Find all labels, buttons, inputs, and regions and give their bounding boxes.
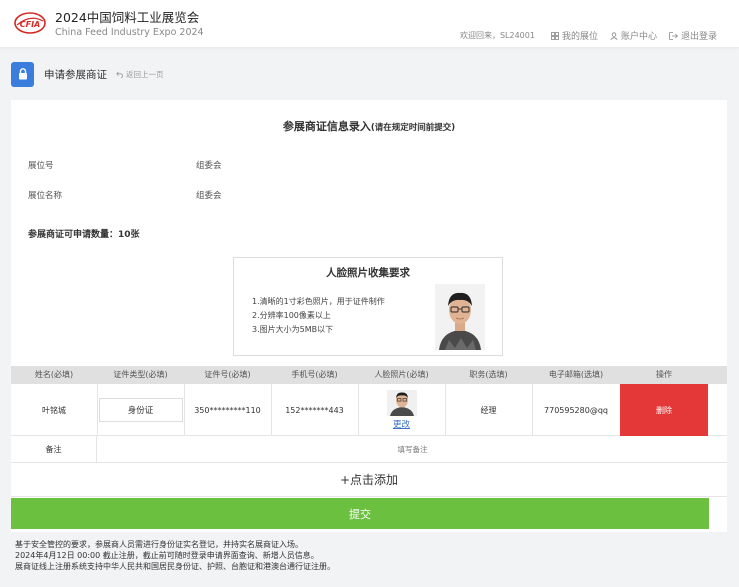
table-row: 叶铭城 身份证 350*********110 152*******443 更改… xyxy=(11,384,727,436)
column-header: 证件类型(必填) xyxy=(113,370,168,379)
sample-face-photo xyxy=(435,284,485,350)
site-subtitle: China Feed Industry Expo 2024 xyxy=(55,27,204,38)
account-center-label: 账户中心 xyxy=(620,32,657,42)
table-header-row: 姓名(必填) 证件类型(必填) 证件号(必填) 手机号(必填) 人脸照片(必填)… xyxy=(11,366,727,384)
back-label: 返回上一页 xyxy=(126,69,164,79)
column-header: 证件号(必填) xyxy=(204,370,251,379)
id-type-cell: 身份证 xyxy=(97,384,184,436)
welcome-text: 欢迎回来，SL24001 xyxy=(459,31,535,40)
photo-requirements-box: 人脸照片收集要求 1.清晰的1寸彩色照片，用于证件制作 2.分辨率100像素以上… xyxy=(233,257,503,356)
remark-row: 备注 xyxy=(11,436,727,463)
footer-note-line: 展商证线上注册系统支持中华人民共和国居民身份证、护照、台胞证和港澳台通行证注册。 xyxy=(15,562,335,571)
site-title: 2024中国饲料工业展览会 xyxy=(55,10,200,25)
user-nav: 欢迎回来，SL24001 我的展位 账户中心 退出登录 xyxy=(460,29,717,42)
column-header: 手机号(必填) xyxy=(291,370,338,379)
top-header: CFIA 2024中国饲料工业展览会 China Feed Industry E… xyxy=(0,0,739,47)
form-heading-note: (请在规定时间前提交) xyxy=(370,123,456,133)
booth-number-value: 组委会 xyxy=(196,161,222,171)
footer-note-line: 2024年4月12日 00:00 截止注册，截止前可随时登录申请界面查询、新增人… xyxy=(15,551,319,560)
phone-cell[interactable]: 152*******443 xyxy=(271,384,358,436)
submit-button[interactable]: 提交 xyxy=(11,498,709,529)
requirement-line: 2.分辨率100像素以上 xyxy=(252,311,331,320)
user-icon xyxy=(610,31,618,40)
page-title: 申请参展商证 xyxy=(44,68,107,81)
back-arrow-icon xyxy=(116,71,123,78)
column-header: 姓名(必填) xyxy=(34,370,74,379)
change-photo-link[interactable]: 更改 xyxy=(393,418,410,430)
requirement-line: 1.清晰的1寸彩色照片，用于证件制作 xyxy=(252,297,385,306)
booth-name-label: 展位名称 xyxy=(28,191,63,201)
logo-text: CFIA xyxy=(20,20,41,29)
footer-notes: 基于安全管控的要求，参展商人员需进行身份证实名登记，并持实名展商证入场。 202… xyxy=(15,539,335,572)
booth-number-row: 展位号 组委会 xyxy=(28,159,222,171)
id-type-select[interactable]: 身份证 xyxy=(98,398,183,422)
column-header: 职务(选填) xyxy=(469,370,508,379)
requirements-title: 人脸照片收集要求 xyxy=(326,267,410,279)
column-header: 操作 xyxy=(656,370,672,379)
name-cell[interactable]: 叶铭城 xyxy=(11,384,97,436)
email-cell[interactable]: 770595280@qq xyxy=(532,384,620,436)
back-link[interactable]: 返回上一页 xyxy=(116,69,164,80)
id-number-cell[interactable]: 350*********110 xyxy=(184,384,271,436)
form-card: 参展商证信息录入(请在规定时间前提交) 展位号 组委会 展位名称 组委会 参展商… xyxy=(11,100,727,532)
booth-name-value: 组委会 xyxy=(196,191,222,201)
account-center-link[interactable]: 账户中心 xyxy=(610,29,657,42)
logout-link[interactable]: 退出登录 xyxy=(669,29,717,42)
booth-number-label: 展位号 xyxy=(28,161,54,171)
quota-text: 参展商证可申请数量：10张 xyxy=(28,230,140,240)
page-heading: 申请参展商证 返回上一页 xyxy=(11,61,164,87)
lock-badge xyxy=(11,61,34,87)
cfia-logo: CFIA xyxy=(14,12,46,34)
delete-button[interactable]: 删除 xyxy=(620,384,708,436)
logout-label: 退出登录 xyxy=(680,32,717,42)
add-exhibitor-button[interactable]: +点击添加 xyxy=(11,463,727,497)
my-booth-link[interactable]: 我的展位 xyxy=(551,29,598,42)
form-heading: 参展商证信息录入(请在规定时间前提交) xyxy=(11,118,727,134)
my-booth-label: 我的展位 xyxy=(561,32,598,42)
remark-label: 备注 xyxy=(11,436,97,463)
booth-name-row: 展位名称 组委会 xyxy=(28,189,222,201)
requirement-line: 3.图片大小为5MB以下 xyxy=(252,325,334,334)
position-cell[interactable]: 经理 xyxy=(445,384,532,436)
column-header: 电子邮箱(选填) xyxy=(548,370,604,379)
lock-icon xyxy=(18,68,27,80)
form-heading-text: 参展商证信息录入 xyxy=(282,120,371,133)
logout-icon xyxy=(669,31,678,40)
face-photo-thumbnail xyxy=(386,390,417,416)
column-header: 人脸照片(必填) xyxy=(374,370,429,379)
footer-note-line: 基于安全管控的要求，参展商人员需进行身份证实名登记，并持实名展商证入场。 xyxy=(15,540,303,549)
face-photo-cell: 更改 xyxy=(358,384,445,436)
remark-input[interactable] xyxy=(98,436,727,463)
grid-icon xyxy=(551,31,559,40)
